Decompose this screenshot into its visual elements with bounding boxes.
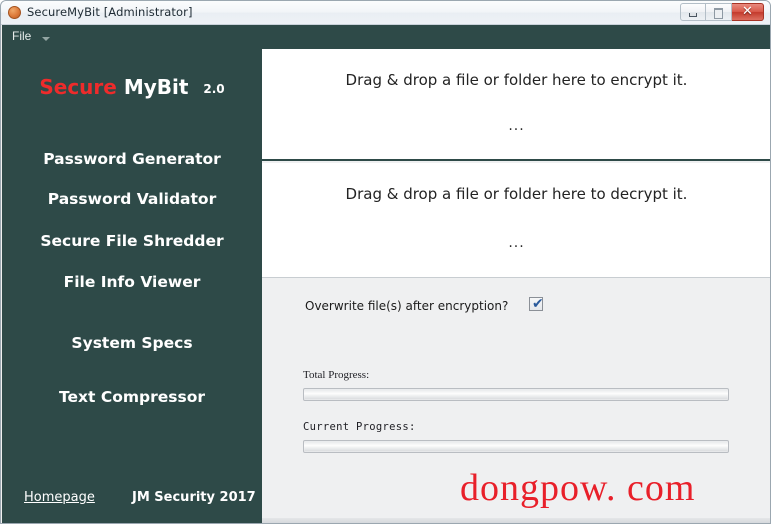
encrypt-dropzone-title: Drag & drop a file or folder here to enc… (345, 71, 688, 89)
watermark-text: dongpow. com (460, 467, 696, 509)
close-button[interactable]: ✕ (732, 3, 764, 21)
maximize-button[interactable] (706, 3, 732, 21)
app-logo: Secure MyBit 2.0 (2, 75, 262, 99)
sidebar-item-password-validator[interactable]: Password Validator (2, 190, 262, 208)
menu-item-file[interactable]: File (12, 29, 31, 43)
logo-version-text: 2.0 (203, 82, 225, 96)
minimize-icon (689, 13, 697, 17)
maximize-icon (714, 8, 723, 19)
app-circle-icon (8, 6, 21, 19)
copyright-text: JM Security 2017 © (132, 490, 274, 505)
check-icon: ✔ (532, 296, 544, 312)
menu-bar: File (2, 25, 770, 49)
current-progress-bar (303, 440, 729, 453)
logo-mybit-text: MyBit (123, 75, 189, 99)
sidebar-item-system-specs[interactable]: System Specs (2, 334, 262, 352)
decrypt-dropzone-title: Drag & drop a file or folder here to dec… (345, 185, 688, 203)
overwrite-label: Overwrite file(s) after encryption? (305, 299, 509, 313)
sidebar-item-file-info-viewer[interactable]: File Info Viewer (2, 273, 262, 291)
overwrite-option-row: Overwrite file(s) after encryption? ✔ (305, 296, 555, 315)
chevron-down-icon[interactable] (42, 37, 50, 41)
current-progress-label: Current Progress: (303, 421, 416, 433)
sidebar-item-secure-file-shredder[interactable]: Secure File Shredder (2, 232, 262, 250)
decrypt-dropzone[interactable]: Drag & drop a file or folder here to dec… (262, 163, 770, 278)
application-window: SecureMyBit [Administrator] ✕ File Secur… (0, 0, 771, 524)
close-icon: ✕ (742, 4, 753, 19)
panel-bottom-edge (262, 518, 770, 523)
encrypt-dropzone[interactable]: Drag & drop a file or folder here to enc… (262, 49, 770, 161)
window-title: SecureMyBit [Administrator] (27, 5, 193, 19)
main-panel: Drag & drop a file or folder here to enc… (262, 49, 770, 523)
decrypt-dropzone-status: ... (508, 235, 525, 251)
overwrite-checkbox[interactable]: ✔ (529, 296, 544, 312)
sidebar-item-text-compressor[interactable]: Text Compressor (2, 388, 262, 406)
homepage-link[interactable]: Homepage (24, 490, 95, 505)
total-progress-bar (303, 388, 729, 401)
logo-secure-text: Secure (39, 75, 117, 99)
total-progress-label: Total Progress: (303, 369, 370, 381)
sidebar-item-password-generator[interactable]: Password Generator (2, 150, 262, 168)
title-bar: SecureMyBit [Administrator] ✕ (1, 1, 770, 25)
sidebar: Secure MyBit 2.0 Password Generator Pass… (2, 49, 273, 523)
encrypt-dropzone-status: ... (508, 118, 525, 134)
minimize-button[interactable] (680, 3, 706, 21)
